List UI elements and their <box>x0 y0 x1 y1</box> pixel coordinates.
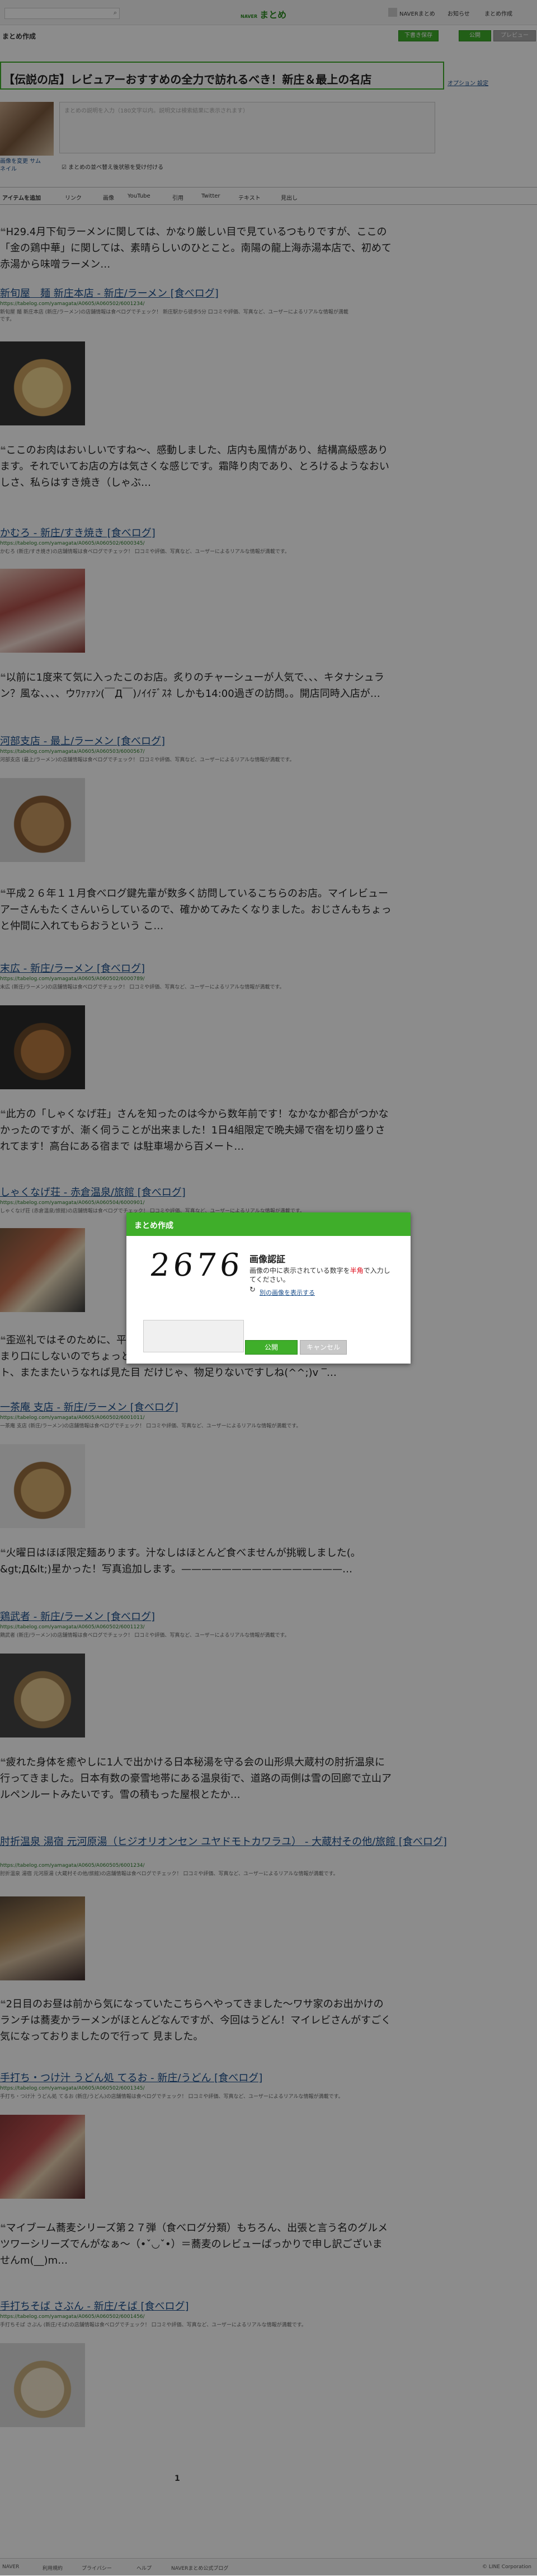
modal-desc-highlight: 半角 <box>350 1267 364 1275</box>
modal-title: 画像認証 <box>249 1254 286 1264</box>
reload-icon[interactable]: ↻ <box>249 1286 258 1295</box>
cancel-button[interactable]: キャンセル <box>300 1340 347 1355</box>
reload-captcha-link[interactable]: 別の画像を表示する <box>260 1288 315 1297</box>
modal-header-title: まとめ作成 <box>134 1221 173 1230</box>
publish-confirm-button[interactable]: 公開 <box>245 1340 298 1355</box>
captcha-modal: まとめ作成 2676 画像認証 画像の中に表示されている数字を半角で入力してくだ… <box>126 1212 411 1364</box>
modal-header: まとめ作成 <box>126 1212 411 1236</box>
captcha-image: 2676 <box>143 1247 245 1293</box>
modal-desc-pre: 画像の中に表示されている数字を <box>249 1267 350 1275</box>
captcha-input[interactable] <box>143 1320 244 1352</box>
captcha-text: 2676 <box>148 1247 245 1284</box>
modal-description: 画像の中に表示されている数字を半角で入力してください。 <box>249 1266 395 1284</box>
